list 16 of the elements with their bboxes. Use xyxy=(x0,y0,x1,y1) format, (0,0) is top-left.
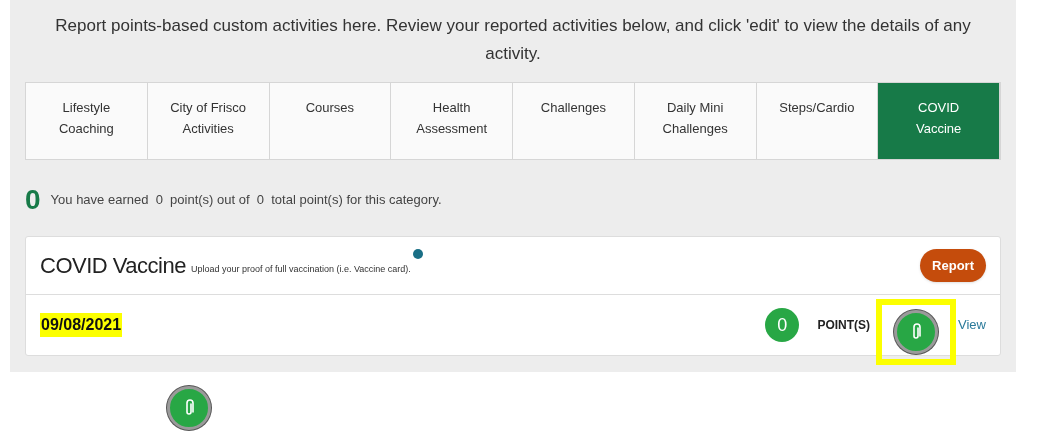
info-icon[interactable] xyxy=(412,249,423,259)
attachment-button[interactable] xyxy=(167,386,211,430)
card-title: COVID Vaccine xyxy=(40,252,186,280)
points-total: 0 xyxy=(25,186,41,214)
entry-date: 09/08/2021 xyxy=(40,313,123,337)
paperclip-icon xyxy=(184,399,194,417)
report-button[interactable]: Report xyxy=(920,249,986,282)
points-label: POINT(S) xyxy=(817,317,871,334)
summary-text: You have earned 0 point(s) out of 0 total point(s) for this category. xyxy=(50,191,442,210)
view-link[interactable]: View xyxy=(958,315,986,335)
intro-text: Report points-based custom activities here. Review your reported activities below, and click 'edit' to view the details of any activity. xyxy=(54,15,972,65)
card-subtitle: Upload your proof of full vaccination (i.e. Vaccine card). xyxy=(190,262,411,276)
attachment-button[interactable] xyxy=(894,310,939,354)
category-tab[interactable]: COVID Vaccine xyxy=(878,83,1000,159)
paperclip-icon xyxy=(911,323,922,341)
points-badge: 0 xyxy=(765,308,800,342)
